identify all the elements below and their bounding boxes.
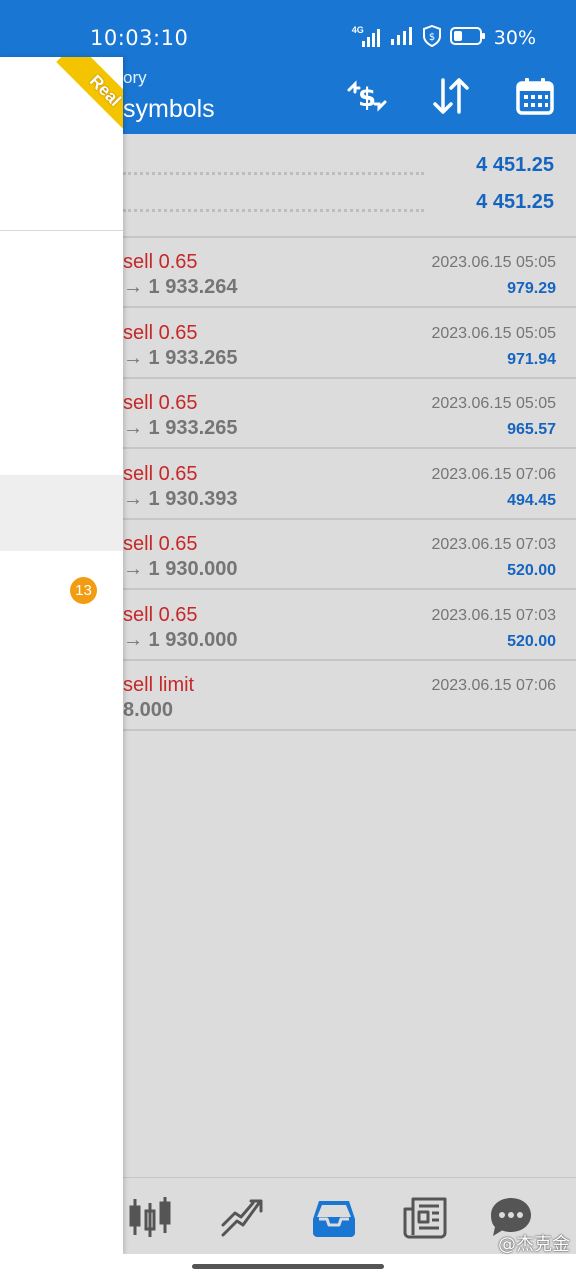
battery-percent: 30% [493,27,536,49]
summary-row: 4 451.25 [123,154,554,184]
deal-type: sell 0.65 [123,604,198,626]
summary-row: 4 451.25 [123,191,554,221]
summary-value: 4 451.25 [476,191,554,213]
nav-news[interactable] [401,1194,451,1240]
sort-button[interactable] [428,73,474,119]
nav-history[interactable] [309,1194,359,1240]
dotted-leader [123,172,424,175]
watermark: @杰克金 [498,1234,570,1255]
drawer-divider [0,230,123,231]
app-bar-subtitle: ory [123,68,147,87]
order-type: sell limit [123,674,195,696]
gesture-area [0,1254,576,1280]
deal-type: sell 0.65 [123,322,198,344]
account-type-ribbon: Real [56,57,123,140]
inbox-icon [313,1201,355,1237]
deal-time: 2023.06.15 07:03 [431,607,556,624]
deal-profit: 979.29 [507,280,556,297]
exchange-dollar-button[interactable]: $ [344,73,390,119]
network-label: 4G [351,25,364,35]
order-time: 2023.06.15 07:06 [431,677,556,694]
deal-profit: 965.57 [507,421,556,438]
deal-type: sell 0.65 [123,463,198,485]
svg-text:$: $ [358,83,376,113]
screen: 10:03:10 4G $ 30% ory symbols $ 4 451.25… [0,0,576,1280]
order-price: 8.000 [123,699,174,721]
nav-chart[interactable] [217,1194,267,1240]
deal-time: 2023.06.15 05:05 [431,325,556,342]
calendar-icon [516,78,554,115]
deal-prices: → 1 930.393 [123,488,238,510]
deal-type: sell 0.65 [123,392,198,414]
cellular-signal-icon [390,26,414,51]
deal-profit: 520.00 [507,633,556,650]
battery-icon [449,26,486,51]
home-gesture-bar[interactable] [192,1264,384,1269]
drawer-item-selected[interactable] [0,475,123,551]
summary-value: 4 451.25 [476,154,554,176]
trend-icon [221,1199,263,1237]
status-bar: 10:03:10 4G $ 30% [0,0,576,57]
app-bar-title[interactable]: symbols [123,95,215,124]
deal-time: 2023.06.15 07:03 [431,536,556,553]
svg-text:$: $ [429,32,435,43]
news-icon [403,1197,447,1239]
deal-type: sell 0.65 [123,533,198,555]
dotted-leader [123,209,424,212]
sort-icon [433,78,469,114]
candlestick-icon [129,1197,171,1237]
deal-prices: → 1 933.265 [123,417,238,439]
deal-time: 2023.06.15 05:05 [431,254,556,271]
deal-type: sell 0.65 [123,251,198,273]
exchange-dollar-icon: $ [347,80,387,113]
navigation-drawer: Real 13 [0,57,123,1254]
deal-profit: 520.00 [507,562,556,579]
status-time: 10:03:10 [90,26,189,50]
nav-quotes[interactable] [125,1194,175,1240]
deal-prices: → 1 933.265 [123,347,238,369]
deal-time: 2023.06.15 05:05 [431,395,556,412]
calendar-button[interactable] [512,73,558,119]
drawer-badge: 13 [70,577,97,604]
deal-time: 2023.06.15 07:06 [431,466,556,483]
status-icons: 4G $ 30% [350,24,536,52]
cellular-4g-icon: 4G [350,25,382,48]
deal-prices: → 1 933.264 [123,276,238,298]
deal-prices: → 1 930.000 [123,558,238,580]
deal-profit: 494.45 [507,492,556,509]
deal-profit: 971.94 [507,351,556,368]
deal-prices: → 1 930.000 [123,629,238,651]
shield-dollar-icon: $ [422,24,442,52]
